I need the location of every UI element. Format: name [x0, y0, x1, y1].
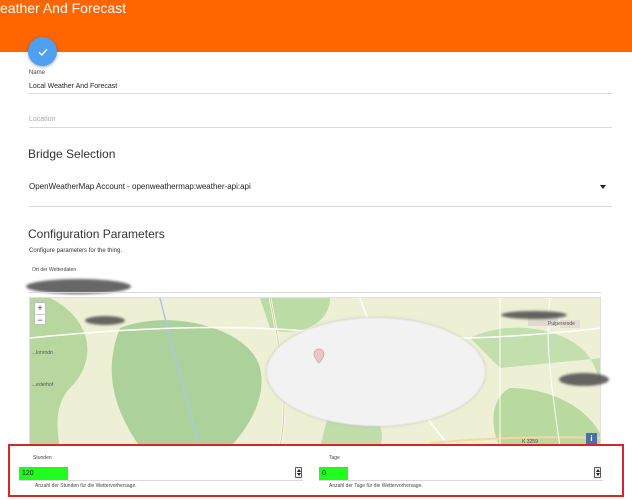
map-place-label: Pulpersrode: [548, 321, 575, 327]
redacted-map-label: [85, 316, 125, 325]
location-input[interactable]: Location: [29, 116, 55, 123]
days-underline: [319, 480, 603, 481]
bridge-select[interactable]: OpenWeatherMap Account - openweathermap:…: [29, 182, 251, 191]
redacted-map-marker-area: [267, 318, 485, 426]
map-place-label: ...ederhof: [32, 382, 54, 388]
hours-stepper[interactable]: [295, 467, 302, 478]
redacted-map-label: [559, 373, 609, 386]
map-marker-icon: [313, 348, 325, 364]
zoom-in-button[interactable]: +: [35, 303, 45, 314]
hours-hint: Anzahl der Stunden für die Wettervorhers…: [35, 483, 137, 489]
check-icon: [38, 48, 48, 56]
bridge-underline: [29, 206, 612, 207]
location-underline: [29, 127, 612, 128]
name-underline: [29, 93, 612, 94]
map-place-label: ...lonrodn: [32, 350, 53, 356]
annotation-highlight-box: [8, 444, 624, 497]
days-input[interactable]: 0: [319, 467, 348, 480]
days-stepper[interactable]: [594, 467, 601, 478]
page-title: eather And Forecast: [0, 0, 127, 16]
name-input[interactable]: Local Weather And Forecast: [29, 83, 117, 90]
save-button[interactable]: [28, 37, 57, 66]
hours-underline: [19, 480, 303, 481]
app-header: eather And Forecast: [0, 0, 632, 52]
config-description: Configure parameters for the thing.: [29, 248, 123, 254]
location-param-underline: [29, 292, 601, 293]
map-zoom-control: + −: [34, 302, 46, 325]
chevron-down-icon[interactable]: [600, 185, 606, 189]
zoom-out-button[interactable]: −: [35, 314, 45, 325]
redacted-map-label: [501, 311, 567, 319]
config-section-title: Configuration Parameters: [28, 227, 165, 241]
days-label: Tage: [329, 455, 340, 461]
name-label: Name: [29, 70, 46, 76]
hours-input[interactable]: 120: [19, 467, 68, 480]
location-param-label: Ort der Wetterdaten: [32, 267, 77, 273]
bridge-section-title: Bridge Selection: [28, 147, 116, 161]
hours-label: Stunden: [33, 455, 52, 461]
map-info-button[interactable]: i: [586, 433, 597, 444]
days-hint: Anzahl der Tage für die Wettervorhersage…: [329, 483, 423, 489]
